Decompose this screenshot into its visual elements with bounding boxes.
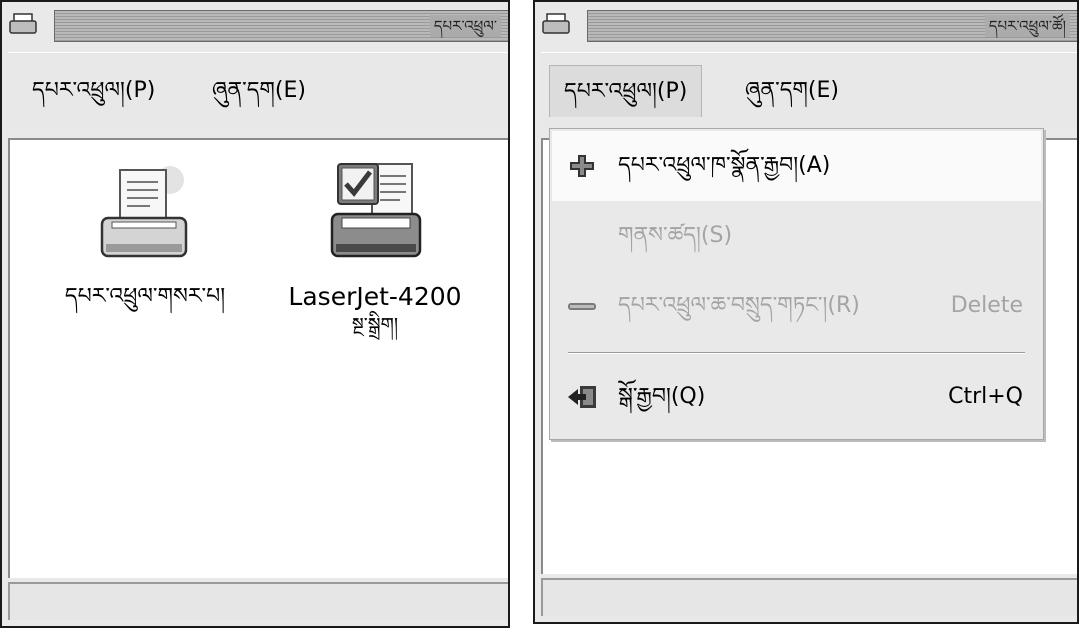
status-bar — [541, 578, 1077, 616]
printer-add-icon — [100, 166, 188, 258]
printers-window-left: དཔར་འཕྲུལ་ དཔར་འཕྲུལ།(P) ཞུན་དག(E) དཔར་འ… — [0, 0, 510, 628]
menu-item-label: དཔར་འཕྲུལ་ཆ་བསྲུད་གཏང་།(R) — [618, 293, 860, 318]
menu-item-remove-printer[interactable]: དཔར་འཕྲུལ་ཆ་བསྲུད་གཏང་།(R) Delete — [552, 271, 1041, 341]
menu-separator — [568, 352, 1025, 354]
printers-window-right: དཔར་འཕྲུལ་ཚོ། དཔར་འཕྲུལ།(P) ཞུན་དག(E) དཔ… — [533, 0, 1079, 624]
printer-menu-dropdown: དཔར་འཕྲུལ་ཁ་སྣོན་རྒྱབ།(A) གནས་ཚད།(S) དཔར… — [549, 128, 1044, 440]
minus-icon — [568, 303, 596, 310]
window-title: དཔར་འཕྲུལ་ཚོ། — [984, 15, 1070, 37]
exit-icon — [568, 386, 596, 408]
menu-item-properties[interactable]: གནས་ཚད།(S) — [552, 201, 1041, 271]
title-stripe: དཔར་འཕྲུལ་ཚོ། — [587, 10, 1077, 42]
menu-item-quit[interactable]: སྒོ་རྒྱབ།(Q) Ctrl+Q — [552, 362, 1041, 432]
printer-list: དཔར་འཕྲུལ་གསར་པ། LaserJet-4200 སྔ་སྒྲིག། — [8, 138, 508, 578]
printer-default-icon — [330, 163, 422, 258]
menu-edit[interactable]: ཞུན་དག(E) — [198, 65, 320, 117]
menu-printer[interactable]: དཔར་འཕྲུལ།(P) — [18, 65, 169, 117]
menu-item-add-printer[interactable]: དཔར་འཕྲུལ་ཁ་སྣོན་རྒྱབ།(A) — [552, 131, 1041, 201]
status-bar — [8, 582, 508, 620]
title-bar[interactable]: དཔར་འཕྲུལ་ — [2, 4, 508, 48]
window-title: དཔར་འཕྲུལ་ — [429, 15, 501, 37]
printer-icon[interactable] — [8, 12, 38, 36]
menu-item-label: སྒོ་རྒྱབ།(Q) — [618, 384, 706, 409]
title-stripe: དཔར་འཕྲུལ་ — [54, 10, 508, 42]
menu-item-label: དཔར་འཕྲུལ་ཁ་སྣོན་རྒྱབ།(A) — [618, 153, 831, 178]
printer-icon[interactable] — [541, 12, 571, 36]
menu-bar: དཔར་འཕྲུལ།(P) ཞུན་དག(E) — [8, 52, 508, 127]
menu-item-label: གནས་ཚད།(S) — [618, 223, 733, 248]
printer-label: དཔར་འཕྲུལ་གསར་པ། — [64, 284, 226, 309]
title-bar[interactable]: དཔར་འཕྲུལ་ཚོ། — [535, 4, 1077, 48]
printer-item-laserjet[interactable]: LaserJet-4200 སྔ་སྒྲིག། — [260, 158, 490, 338]
menu-edit[interactable]: ཞུན་དག(E) — [731, 65, 853, 117]
printer-sublabel: སྔ་སྒྲིག། — [351, 314, 399, 336]
plus-icon — [570, 155, 594, 177]
printer-item-new[interactable]: དཔར་འཕྲུལ་གསར་པ། — [30, 158, 260, 312]
menu-printer[interactable]: དཔར་འཕྲུལ།(P) — [549, 65, 703, 117]
menu-item-shortcut: Ctrl+Q — [948, 384, 1023, 409]
printer-label: LaserJet-4200 — [288, 282, 462, 311]
menu-item-shortcut: Delete — [950, 293, 1023, 318]
menu-bar: དཔར་འཕྲུལ།(P) ཞུན་དག(E) — [541, 52, 1077, 127]
